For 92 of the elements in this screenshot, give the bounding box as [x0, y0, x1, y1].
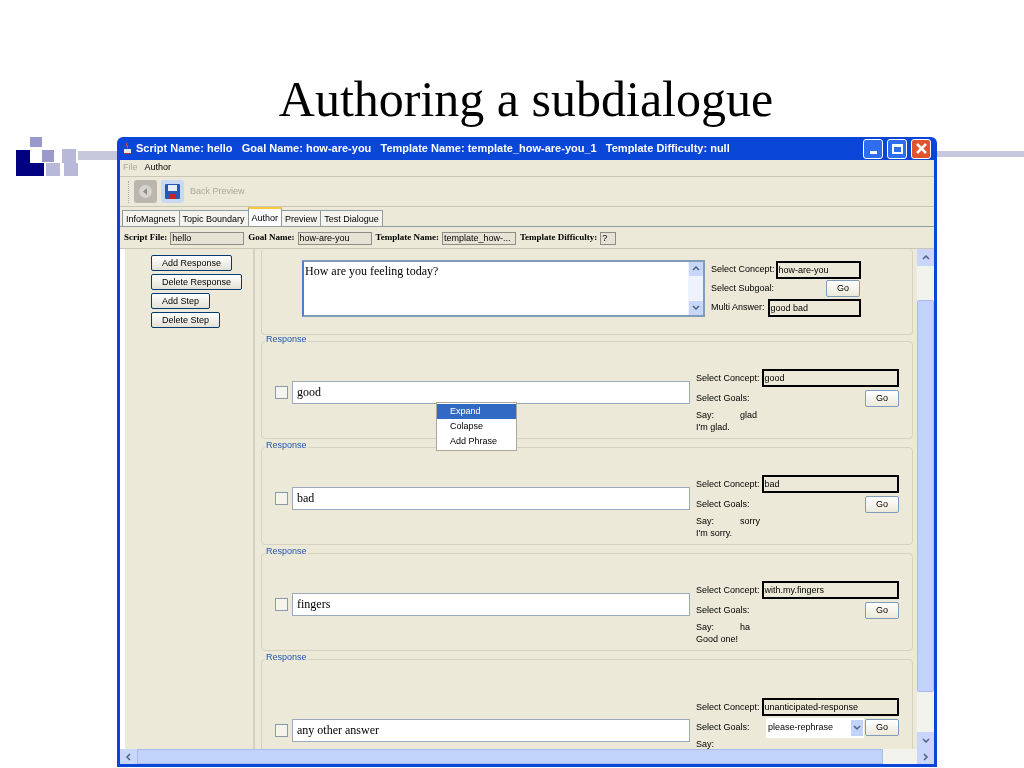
go-button[interactable]: Go: [865, 390, 899, 407]
scroll-right-button[interactable]: [917, 749, 934, 764]
concept-label: Select Concept:: [711, 265, 775, 274]
tab[interactable]: Author: [247, 207, 283, 226]
context-menu-item[interactable]: Expand: [437, 404, 516, 419]
info-label: Template Difficulty:: [519, 231, 598, 245]
slide-title: Authoring a subdialogue: [277, 70, 775, 129]
say-label: Say:: [696, 411, 715, 420]
close-icon: [915, 143, 927, 154]
response-legend: Response: [265, 547, 308, 556]
chevron-down-icon: [853, 723, 861, 732]
concept-label: Select Concept:: [696, 702, 760, 712]
goals-label: Select Goals:: [696, 606, 750, 615]
info-field[interactable]: template_how-...: [441, 231, 516, 245]
concept-field[interactable]: good: [761, 369, 899, 387]
info-label: Script File:: [124, 231, 168, 245]
goals-label: Select Goals:: [696, 500, 750, 509]
go-button[interactable]: Go: [865, 602, 899, 619]
menu-item[interactable]: Author: [144, 161, 172, 175]
goals-label: Select Goals:: [696, 394, 750, 403]
concept-label: Select Concept:: [696, 373, 760, 383]
subgoal-label: Select Subgoal:: [711, 284, 775, 293]
say-label: Say:: [696, 740, 715, 749]
checkbox[interactable]: [275, 386, 288, 399]
tab[interactable]: Preview: [281, 210, 322, 226]
maximize-button[interactable]: [887, 138, 907, 159]
info-label: Template Name:: [375, 231, 439, 245]
scroll-down-button[interactable]: [688, 301, 703, 315]
scroll-thumb[interactable]: [917, 300, 934, 692]
response-legend: Response: [265, 335, 308, 344]
side-button[interactable]: Add Step: [151, 293, 211, 309]
tab[interactable]: Topic Boundary: [178, 210, 249, 226]
prompt-text-area[interactable]: How are you feeling today?: [302, 260, 705, 317]
chevron-down-icon: [691, 304, 700, 312]
response-text-field[interactable]: fingers: [292, 593, 690, 616]
info-field[interactable]: hello: [170, 231, 245, 245]
say-key: ha: [740, 623, 750, 632]
minimize-button[interactable]: [863, 138, 883, 159]
concept-field[interactable]: good bad: [767, 298, 861, 317]
chevron-down-icon: [921, 736, 930, 745]
concept-field[interactable]: how-are-you: [775, 260, 861, 279]
concept-label: Select Concept:: [696, 479, 760, 489]
scrollbar[interactable]: [688, 262, 703, 315]
response-text-field[interactable]: good: [292, 381, 690, 404]
say-label: Say:: [696, 623, 715, 632]
cup-icon: [123, 143, 132, 154]
goals-dropdown[interactable]: please-rephrase: [766, 717, 864, 738]
vertical-scrollbar[interactable]: [917, 249, 934, 749]
close-button[interactable]: [911, 138, 931, 159]
context-menu-item[interactable]: Colapse: [437, 419, 516, 434]
checkbox[interactable]: [275, 598, 288, 611]
multi-answer-label: Multi Answer:: [711, 303, 765, 312]
chevron-up-icon: [921, 253, 930, 262]
chevron-left-icon: [124, 752, 133, 761]
info-field[interactable]: how-are-you: [297, 231, 372, 245]
go-button[interactable]: Go: [865, 496, 899, 513]
say-text: Good one!: [696, 635, 740, 644]
info-field[interactable]: ?: [600, 231, 617, 245]
response-text-field[interactable]: bad: [292, 487, 690, 510]
scroll-up-button[interactable]: [917, 249, 934, 266]
tab[interactable]: Test Dialogue: [320, 210, 383, 226]
checkbox[interactable]: [275, 492, 288, 505]
scroll-down-button[interactable]: [917, 732, 934, 749]
side-button[interactable]: Add Response: [151, 255, 233, 271]
say-text: I'm sorry.: [696, 529, 734, 538]
response-legend: Response: [265, 653, 308, 662]
concept-field[interactable]: unanticipated-response: [761, 698, 899, 716]
concept-field[interactable]: bad: [761, 475, 899, 493]
go-button[interactable]: Go: [865, 719, 899, 736]
goals-label: Select Goals:: [696, 723, 750, 732]
tab[interactable]: InfoMagnets: [122, 210, 180, 226]
say-key: glad: [740, 411, 757, 420]
save-button[interactable]: [161, 180, 184, 203]
scroll-left-button[interactable]: [120, 749, 137, 764]
response-text-field[interactable]: any other answer: [292, 719, 690, 742]
say-label: Say:: [696, 517, 715, 526]
concept-label: Select Concept:: [696, 585, 760, 595]
concept-field[interactable]: with.my.fingers: [761, 581, 899, 599]
context-menu-item[interactable]: Add Phrase: [437, 434, 516, 449]
say-text: I'm glad.: [696, 423, 731, 432]
response-legend: Response: [265, 441, 308, 450]
chevron-right-icon: [921, 752, 930, 761]
say-key: sorry: [740, 517, 760, 526]
side-button[interactable]: Delete Response: [151, 274, 243, 290]
checkbox[interactable]: [275, 724, 288, 737]
go-button[interactable]: Go: [826, 280, 860, 297]
info-label: Goal Name:: [248, 231, 295, 245]
scroll-up-button[interactable]: [688, 262, 703, 276]
prompt-text: How are you feeling today?: [304, 263, 440, 280]
window-title: Script Name: hello Goal Name: how-are-you Template Name: template_how-are-you_1 Template Difficulty: null: [136, 141, 730, 157]
chevron-up-icon: [691, 265, 700, 273]
side-button[interactable]: Delete Step: [151, 312, 221, 328]
